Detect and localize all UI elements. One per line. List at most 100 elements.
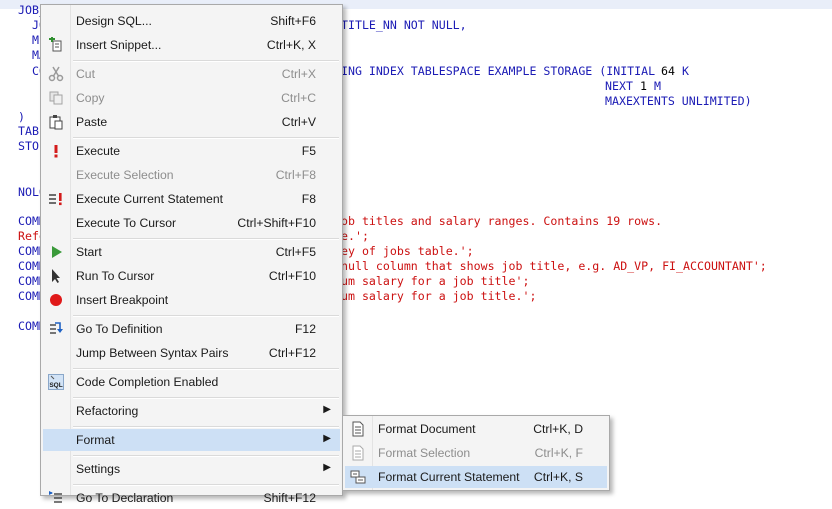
submenu-arrow-icon: ▶ [323, 404, 331, 415]
go-to-definition-icon [48, 321, 64, 337]
submenu-arrow-icon: ▶ [323, 433, 331, 444]
menu-item-code-completion-enabled[interactable]: SQL Code Completion Enabled [43, 371, 340, 393]
menu-separator [73, 315, 339, 317]
exclamation-icon [48, 143, 64, 159]
code-text: TAB [18, 124, 39, 138]
menu-item-shortcut: Ctrl+V [281, 115, 316, 129]
menu-item-settings[interactable]: Settings ▶ [43, 458, 340, 480]
menu-separator [73, 137, 339, 139]
menu-item-execute[interactable]: Execute F5 [43, 140, 340, 162]
submenu-arrow-icon: ▶ [323, 462, 331, 473]
menu-separator [73, 484, 339, 486]
menu-item-label: Execute Current Statement [76, 192, 223, 206]
code-text: um salary for a job title.'; [341, 289, 537, 303]
menu-item-format-current-statement[interactable]: Format Current Statement Ctrl+K, S [345, 466, 607, 488]
menu-item-insert-breakpoint[interactable]: Insert Breakpoint [43, 289, 340, 311]
menu-item-label: Go To Declaration [76, 491, 174, 505]
insert-snippet-icon [48, 36, 64, 53]
menu-item-go-to-declaration[interactable]: Go To Declaration Shift+F12 [43, 487, 340, 509]
menu-item-jump-between-syntax-pairs[interactable]: Jump Between Syntax Pairs Ctrl+F12 [43, 342, 340, 364]
code-text: ey of jobs table.'; [341, 244, 474, 258]
code-text: ) [18, 110, 25, 124]
menu-item-shortcut: F5 [301, 144, 316, 158]
code-text: um salary for a job title'; [341, 274, 530, 288]
menu-item-label: Go To Definition [76, 322, 163, 336]
menu-item-label: Format [76, 433, 115, 447]
menu-separator [73, 455, 339, 457]
menu-item-label: Format Selection [378, 446, 471, 460]
code-text: 64 [661, 64, 675, 78]
menu-item-label: Code Completion Enabled [76, 375, 219, 389]
menu-item-shortcut: Ctrl+K, D [533, 422, 583, 436]
code-text: ob titles and salary ranges. Contains 19… [341, 214, 663, 228]
menu-item-label: Insert Snippet... [76, 38, 162, 52]
menu-item-shortcut: Ctrl+K, F [534, 446, 583, 460]
code-text: null column that shows job title, e.g. A… [341, 259, 767, 273]
menu-item-shortcut: F8 [301, 192, 316, 206]
sql-completion-icon: SQL [48, 374, 64, 390]
menu-item-label: Copy [76, 91, 105, 105]
menu-item-label: Design SQL... [76, 14, 152, 28]
cursor-arrow-icon [48, 268, 64, 284]
menu-item-design-sql[interactable]: Design SQL... Shift+F6 [43, 10, 340, 32]
menu-item-shortcut: Shift+F6 [270, 14, 316, 28]
menu-item-label: Run To Cursor [76, 269, 155, 283]
menu-item-refactoring[interactable]: Refactoring ▶ [43, 400, 340, 422]
menu-item-format-selection: Format Selection Ctrl+K, F [345, 442, 607, 464]
menu-item-paste[interactable]: Paste Ctrl+V [43, 111, 340, 133]
menu-item-label: Execute Selection [76, 168, 174, 182]
menu-separator [73, 426, 339, 428]
menu-item-cut: Cut Ctrl+X [43, 63, 340, 85]
menu-separator [73, 397, 339, 399]
menu-item-label: Jump Between Syntax Pairs [76, 346, 229, 360]
menu-item-shortcut: Ctrl+X [281, 67, 316, 81]
menu-separator [73, 238, 339, 240]
menu-item-label: Paste [76, 115, 108, 129]
menu-item-label: Refactoring [76, 404, 139, 418]
svg-text:SQL: SQL [49, 382, 62, 389]
menu-item-insert-snippet[interactable]: Insert Snippet... Ctrl+K, X [43, 34, 340, 56]
copy-icon [48, 90, 64, 106]
menu-item-shortcut: Ctrl+F8 [275, 168, 316, 182]
format-statement-icon [350, 469, 366, 485]
menu-item-shortcut: Ctrl+K, S [533, 470, 583, 484]
menu-item-label: Insert Breakpoint [76, 293, 169, 307]
execute-statement-icon [48, 191, 64, 207]
menu-item-shortcut: Ctrl+C [281, 91, 316, 105]
menu-item-format[interactable]: Format ▶ [43, 429, 340, 451]
breakpoint-icon [48, 292, 64, 308]
menu-item-shortcut: Ctrl+F12 [268, 346, 316, 360]
menu-item-shortcut: Ctrl+Shift+F10 [237, 216, 316, 230]
format-document-icon [350, 421, 366, 437]
menu-separator [73, 368, 339, 370]
code-text: e.'; [341, 229, 369, 243]
menu-item-label: Settings [76, 462, 121, 476]
code-text: TITLE_NN NOT NULL, [341, 18, 467, 32]
code-text: NEXT [605, 79, 640, 93]
menu-item-shortcut: F12 [294, 322, 316, 336]
menu-item-label: Execute [76, 144, 121, 158]
code-text: K [682, 64, 689, 78]
menu-item-execute-current-statement[interactable]: Execute Current Statement F8 [43, 188, 340, 210]
menu-item-shortcut: Ctrl+K, X [266, 38, 316, 52]
menu-separator [73, 60, 339, 62]
menu-item-label: Format Current Statement [378, 470, 520, 484]
menu-item-copy: Copy Ctrl+C [43, 87, 340, 109]
menu-item-run-to-cursor[interactable]: Run To Cursor Ctrl+F10 [43, 265, 340, 287]
code-text: 1 [640, 79, 647, 93]
menu-item-execute-to-cursor[interactable]: Execute To Cursor Ctrl+Shift+F10 [43, 212, 340, 234]
menu-item-execute-selection: Execute Selection Ctrl+F8 [43, 164, 340, 186]
menu-item-go-to-definition[interactable]: Go To Definition F12 [43, 318, 340, 340]
menu-item-label: Start [76, 245, 102, 259]
scissors-icon [48, 66, 64, 82]
code-text: STO [18, 139, 39, 153]
format-selection-icon [350, 445, 366, 461]
format-submenu: Format Document Ctrl+K, D Format Selection… [342, 415, 610, 491]
code-text: M [654, 79, 661, 93]
menu-item-label: Execute To Cursor [76, 216, 177, 230]
paste-icon [48, 114, 64, 130]
menu-item-label: Cut [76, 67, 95, 81]
menu-item-label: Format Document [378, 422, 476, 436]
menu-item-start[interactable]: Start Ctrl+F5 [43, 241, 340, 263]
menu-item-format-document[interactable]: Format Document Ctrl+K, D [345, 418, 607, 440]
